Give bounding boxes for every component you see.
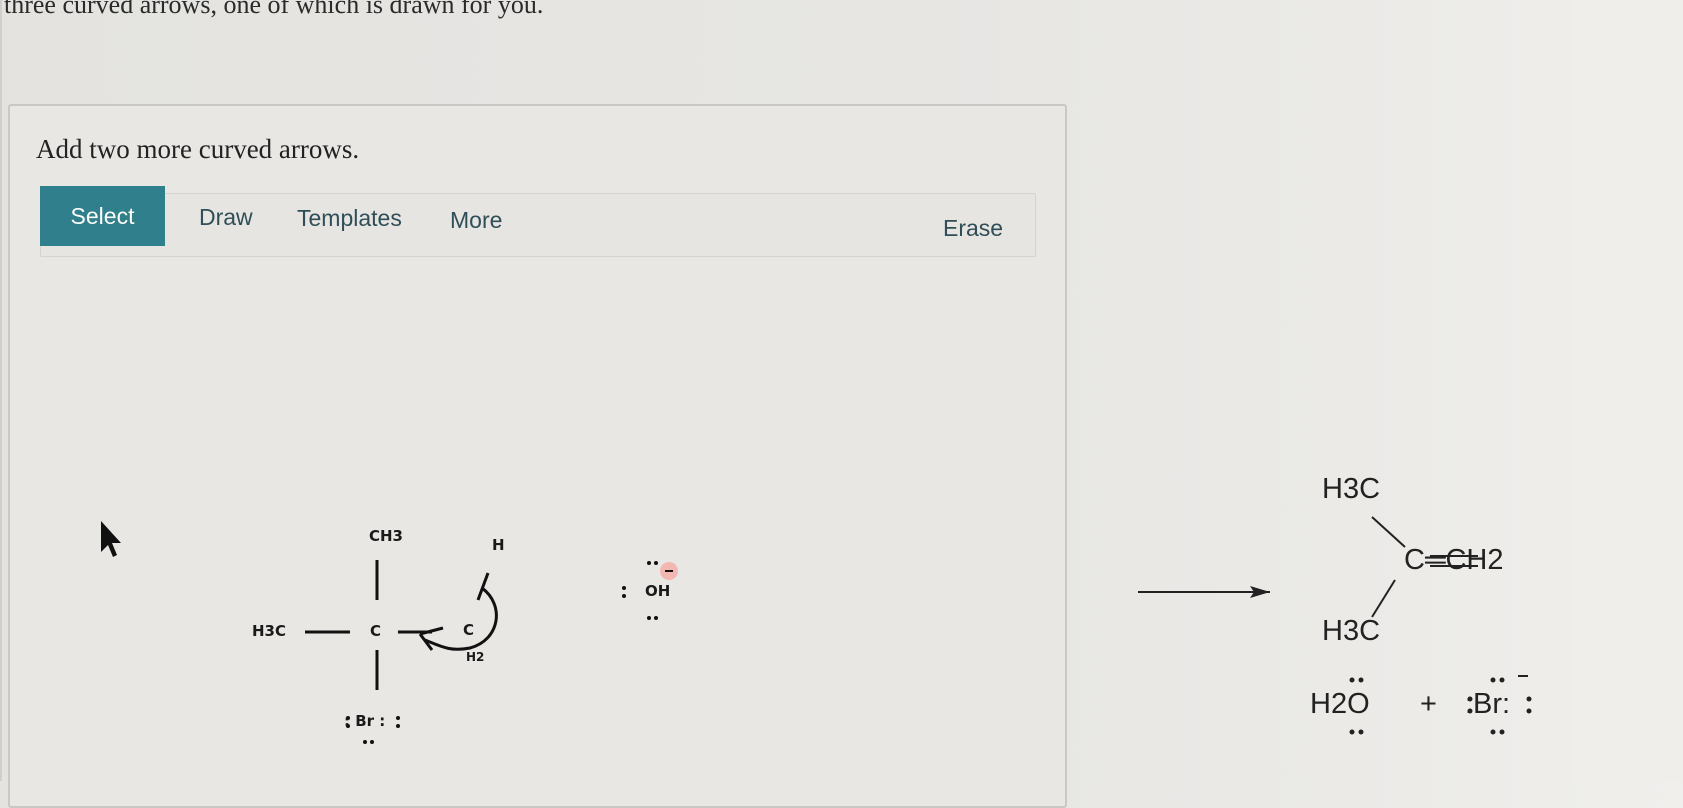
product-h3c-top: H3C <box>1322 473 1381 505</box>
atom-h2[interactable]: H2 <box>466 650 484 664</box>
product-h3c-bottom: H3C <box>1322 615 1381 647</box>
atom-ch3[interactable]: CH3 <box>369 527 403 545</box>
atom-br[interactable]: : Br : <box>344 712 385 730</box>
atom-h3c[interactable]: H3C <box>252 622 286 640</box>
atom-c-right[interactable]: C <box>463 621 474 639</box>
product-water: H2O <box>1310 688 1370 720</box>
prod-bond-top <box>1371 516 1406 548</box>
lone-pairs <box>346 561 658 744</box>
atom-oh[interactable]: OH <box>645 582 670 600</box>
plus-sign: + <box>1420 688 1437 720</box>
product-bromide: :Br: <box>1465 688 1511 720</box>
atom-c-center[interactable]: C <box>370 622 381 640</box>
bond-c-h <box>476 572 490 601</box>
atom-h[interactable]: H <box>492 536 505 554</box>
drawing-canvas[interactable] <box>0 0 1683 781</box>
curved-arrow <box>424 586 498 651</box>
product-alkene: C═CH2 <box>1404 544 1504 576</box>
prod-bond-bottom <box>1371 579 1396 618</box>
cursor-icon <box>101 521 121 557</box>
